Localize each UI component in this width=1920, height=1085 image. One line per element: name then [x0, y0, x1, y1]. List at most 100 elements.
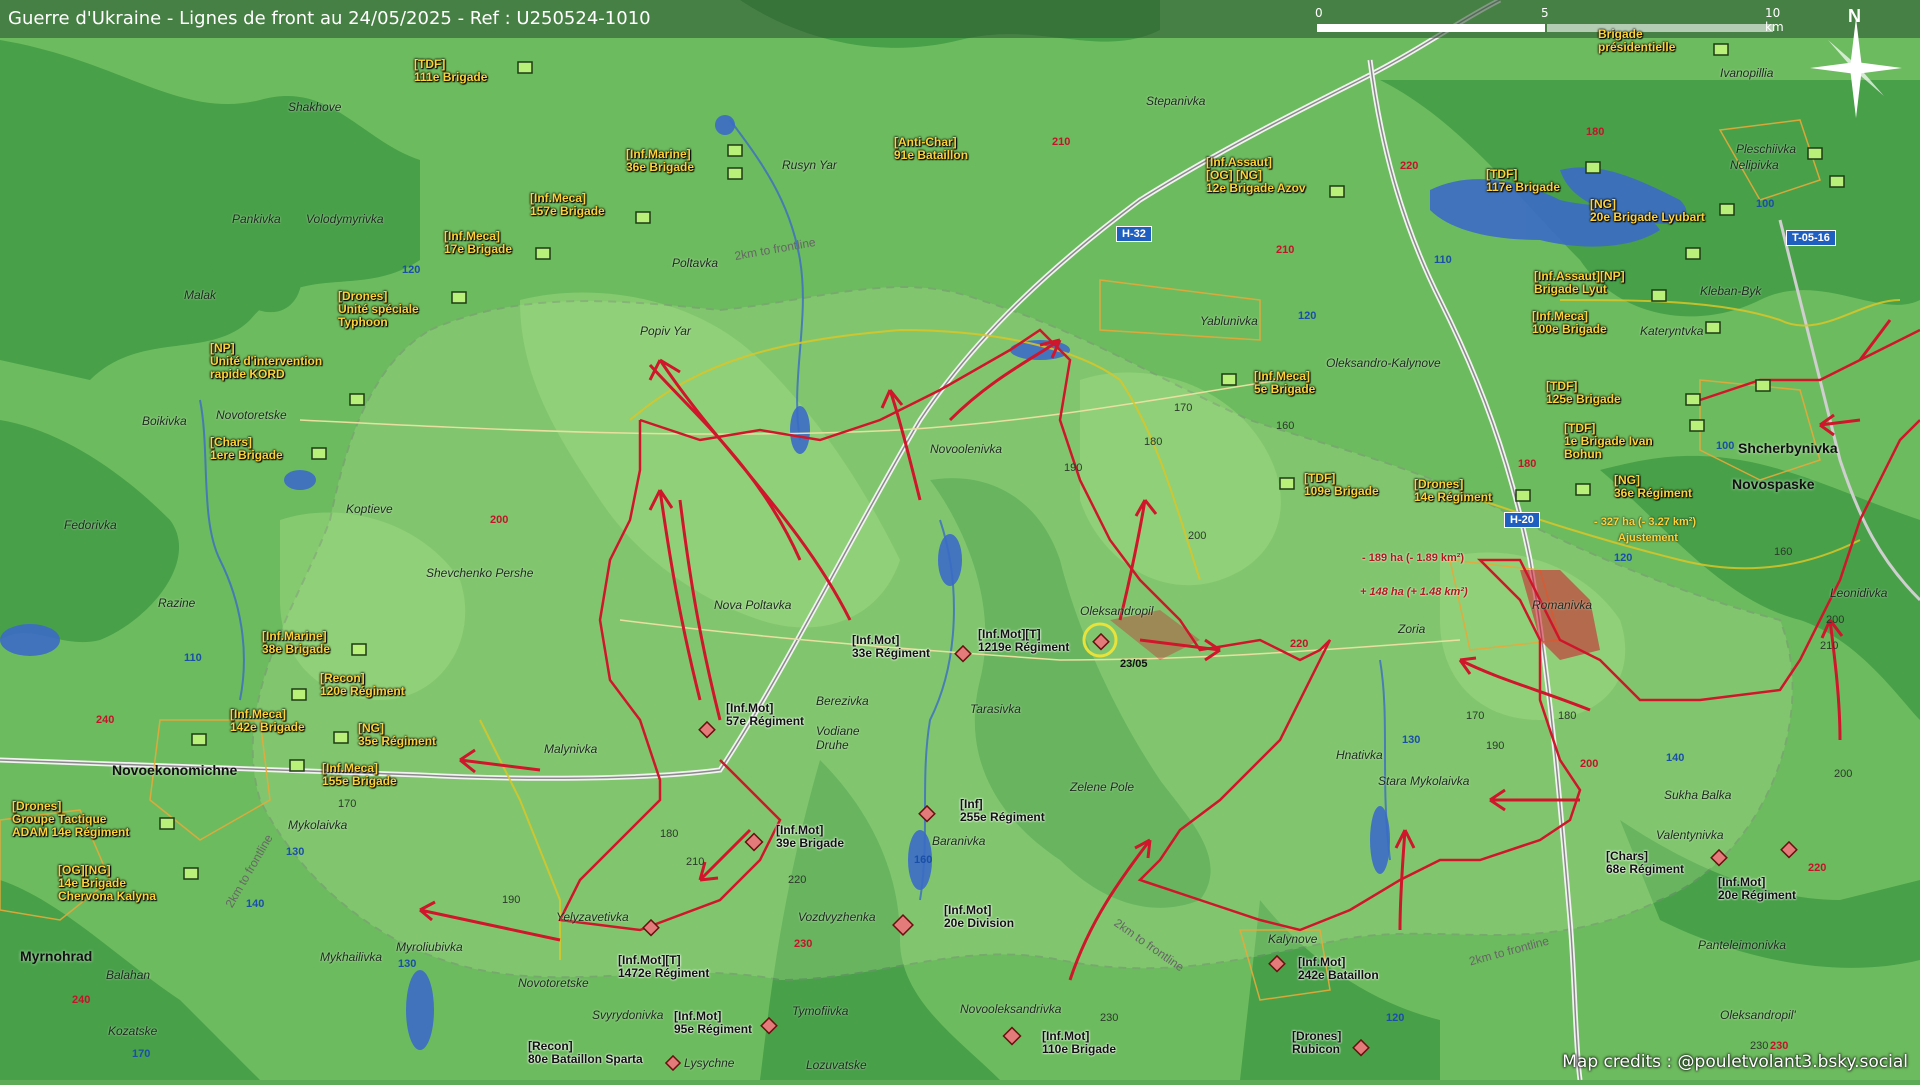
- place-label: Kalynove: [1268, 932, 1318, 946]
- ua-unit-label[interactable]: [TDF] 1e Brigade Ivan Bohun: [1564, 422, 1653, 461]
- ua-unit-marker: [1689, 419, 1705, 432]
- road-number: 170: [132, 1048, 151, 1060]
- ua-unit-marker: [351, 643, 367, 656]
- ua-unit-label[interactable]: [Inf.Marine] 38e Brigade: [262, 630, 330, 656]
- road-number: 130: [398, 958, 417, 970]
- altitude-label: 190: [502, 894, 521, 906]
- ru-unit-label[interactable]: [Drones] Rubicon: [1292, 1030, 1341, 1056]
- ua-unit-label[interactable]: Brigade présidentielle: [1598, 28, 1675, 54]
- road-number: 120: [1386, 1012, 1405, 1024]
- place-label: Nelipivka: [1730, 158, 1779, 172]
- ua-unit-label[interactable]: [Drones] Groupe Tactique ADAM 14e Régime…: [12, 800, 129, 839]
- ua-unit-label[interactable]: [Inf.Marine] 36e Brigade: [626, 148, 694, 174]
- ua-unit-label[interactable]: [NG] 20e Brigade Lyubart: [1590, 198, 1705, 224]
- ua-unit-label[interactable]: [Inf.Assaut][NP] Brigade Lyut: [1534, 270, 1625, 296]
- ru-unit-label[interactable]: [Inf.Mot] 39e Brigade: [776, 824, 844, 850]
- ua-unit-label[interactable]: [NG] 35e Régiment: [358, 722, 436, 748]
- place-label: Lysychne: [684, 1056, 735, 1070]
- place-label: Novotoretske: [518, 976, 589, 990]
- ua-unit-label[interactable]: [TDF] 111e Brigade: [414, 58, 487, 84]
- ua-unit-marker: [1329, 185, 1345, 198]
- territory-gain-label: + 148 ha (+ 1.48 km²): [1360, 586, 1468, 598]
- scale-tick: 5: [1541, 6, 1549, 20]
- road-number: 120: [1614, 552, 1633, 564]
- road-number: 130: [1402, 734, 1421, 746]
- town-label: Novoekonomichne: [112, 762, 238, 778]
- place-label: Vozdvyzhenka: [798, 910, 876, 924]
- territory-loss-label: - 189 ha (- 1.89 km²): [1362, 552, 1465, 564]
- ua-unit-label[interactable]: [Inf.Assaut] [OG] [NG] 12e Brigade Azov: [1206, 156, 1306, 195]
- ua-unit-label[interactable]: [Inf.Meca] 100e Brigade: [1532, 310, 1607, 336]
- town-label: Myrnohrad: [20, 948, 93, 964]
- ua-unit-marker: [1221, 373, 1237, 386]
- ua-unit-marker: [183, 867, 199, 880]
- ua-unit-label[interactable]: [Inf.Meca] 142e Brigade: [230, 708, 305, 734]
- ua-unit-label[interactable]: [Drones] Unité spéciale Typhoon: [338, 290, 419, 329]
- altitude-label: 210: [686, 856, 705, 868]
- road-number: 180: [1586, 126, 1605, 138]
- place-label: Koptieve: [346, 502, 393, 516]
- place-label: Stara Mykolaivka: [1378, 774, 1470, 788]
- ru-unit-label[interactable]: [Inf] 255e Régiment: [960, 798, 1045, 824]
- ua-unit-label[interactable]: [Inf.Meca] 5e Brigade: [1254, 370, 1315, 396]
- ru-unit-label[interactable]: [Inf.Mot][T] 1219e Régiment: [978, 628, 1069, 654]
- ua-unit-label[interactable]: [Inf.Meca] 17e Brigade: [444, 230, 512, 256]
- ua-unit-label[interactable]: [Drones] 14e Régiment: [1414, 478, 1492, 504]
- ua-unit-label[interactable]: [TDF] 117e Brigade: [1486, 168, 1560, 194]
- ua-unit-marker: [517, 61, 533, 74]
- road-number: 140: [246, 898, 265, 910]
- place-label: Fedorivka: [64, 518, 117, 532]
- place-label: Hnativka: [1336, 748, 1383, 762]
- place-label: Mykolaivka: [288, 818, 348, 832]
- ua-unit-marker: [727, 144, 743, 157]
- place-label: Valentynivka: [1656, 828, 1724, 842]
- ru-unit-label[interactable]: [Inf.Mot] 242e Bataillon: [1298, 956, 1379, 982]
- altitude-label: 170: [1174, 402, 1193, 414]
- ru-unit-label[interactable]: [Inf.Mot][T] 1472e Régiment: [618, 954, 709, 980]
- territory-loss-label: - 327 ha (- 3.27 km²): [1594, 516, 1697, 528]
- ua-unit-label[interactable]: [Chars] 1ere Brigade: [210, 436, 283, 462]
- ua-unit-label[interactable]: [NG] 36e Régiment: [1614, 474, 1692, 500]
- road-number: 230: [1770, 1040, 1789, 1052]
- ua-unit-marker: [291, 688, 307, 701]
- ua-unit-label[interactable]: [Anti-Char] 91e Bataillon: [894, 136, 968, 162]
- place-label: Oleksandropil: [1080, 604, 1154, 618]
- ru-unit-label[interactable]: [Inf.Mot] 20e Division: [944, 904, 1014, 930]
- road-number: 240: [96, 714, 115, 726]
- ua-unit-label[interactable]: [Inf.Meca] 157e Brigade: [530, 192, 605, 218]
- ua-unit-label[interactable]: [TDF] 109e Brigade: [1304, 472, 1379, 498]
- road-number: 180: [1518, 458, 1537, 470]
- altitude-label: 180: [660, 828, 679, 840]
- ru-unit-label[interactable]: [Inf.Mot] 57e Régiment: [726, 702, 804, 728]
- road-number: 220: [1808, 862, 1827, 874]
- ru-unit-label[interactable]: [Chars] 68e Régiment: [1606, 850, 1684, 876]
- ua-unit-label[interactable]: [TDF] 125e Brigade: [1546, 380, 1621, 406]
- ua-unit-label[interactable]: [OG][NG] 14e Brigade Chervona Kalyna: [58, 864, 156, 903]
- place-label: Tymofiivka: [792, 1004, 849, 1018]
- ru-unit-label[interactable]: [Inf.Mot] 95e Régiment: [674, 1010, 752, 1036]
- road-number: 230: [794, 938, 813, 950]
- ru-unit-label[interactable]: [Inf.Mot] 33e Régiment: [852, 634, 930, 660]
- ua-unit-label[interactable]: [NP] Unité d'intervention rapide KORD: [210, 342, 322, 381]
- place-label: Razine: [158, 596, 196, 610]
- place-label: Tarasivka: [970, 702, 1021, 716]
- map-credits: Map credits : @pouletvolant3.bsky.social: [1562, 1052, 1908, 1072]
- ru-unit-label[interactable]: [Inf.Mot] 110e Brigade: [1042, 1030, 1116, 1056]
- altitude-label: 200: [1826, 614, 1845, 626]
- place-label: Pleschiivka: [1736, 142, 1797, 156]
- map-canvas[interactable]: Guerre d'Ukraine - Lignes de front au 24…: [0, 0, 1920, 1081]
- ru-unit-label[interactable]: [Recon] 80e Bataillon Sparta: [528, 1040, 643, 1066]
- ua-unit-marker: [1829, 175, 1845, 188]
- ua-unit-marker: [1515, 489, 1531, 502]
- road-number: 110: [184, 652, 202, 664]
- ua-unit-label[interactable]: [Recon] 120e Régiment: [320, 672, 405, 698]
- altitude-label: 170: [1466, 710, 1485, 722]
- altitude-label: 180: [1144, 436, 1163, 448]
- ua-unit-marker: [535, 247, 551, 260]
- place-label: Malynivka: [544, 742, 598, 756]
- road-number: 120: [402, 264, 421, 276]
- road-number: 220: [1290, 638, 1309, 650]
- ua-unit-label[interactable]: [Inf.Meca] 155e Brigade: [322, 762, 397, 788]
- ru-unit-label[interactable]: [Inf.Mot] 20e Régiment: [1718, 876, 1796, 902]
- ua-unit-marker: [191, 733, 207, 746]
